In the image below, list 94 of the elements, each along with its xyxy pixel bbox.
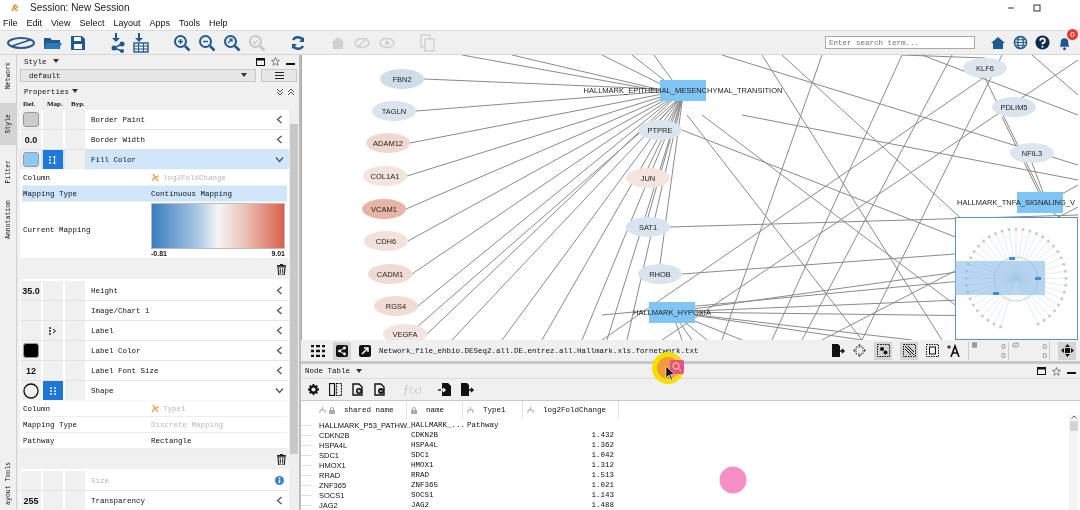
import-table-icon[interactable] xyxy=(438,383,451,397)
settings-icon[interactable] xyxy=(308,384,319,396)
delete-mapping-icon[interactable] xyxy=(277,453,286,465)
delete-mapping-icon[interactable] xyxy=(277,263,286,275)
click-marker-icon xyxy=(719,466,747,494)
import-network-icon[interactable] xyxy=(110,32,126,53)
chevron-left-icon[interactable] xyxy=(275,115,284,124)
export-table-icon[interactable] xyxy=(461,383,474,397)
chevron-left-icon[interactable] xyxy=(275,346,284,355)
chevron-left-icon[interactable] xyxy=(275,366,284,375)
caret-icon[interactable] xyxy=(52,59,59,64)
menu-item[interactable]: Select xyxy=(79,17,105,28)
scroll-thumb[interactable] xyxy=(1069,421,1078,431)
chevron-left-icon[interactable] xyxy=(275,496,284,505)
chevron-left-icon[interactable] xyxy=(275,326,284,335)
maximize-icon[interactable] xyxy=(256,57,265,66)
gene-node[interactable] xyxy=(366,133,410,153)
gene-node[interactable] xyxy=(638,264,682,284)
menu-item[interactable]: Apps xyxy=(149,17,170,28)
menu-item[interactable]: Edit xyxy=(26,17,43,28)
add-column-icon[interactable] xyxy=(352,383,364,397)
caret-icon[interactable] xyxy=(72,89,78,94)
caret-icon[interactable] xyxy=(241,73,247,78)
chevron-down-icon[interactable] xyxy=(275,386,284,395)
menu-item[interactable]: View xyxy=(51,17,71,28)
network-icon[interactable] xyxy=(6,35,36,50)
chevron-down-icon[interactable] xyxy=(275,155,284,164)
gene-node[interactable] xyxy=(374,296,418,316)
circle-shape-icon[interactable] xyxy=(23,382,39,399)
count-value: 0 xyxy=(1001,350,1006,360)
zoom-fit-icon[interactable] xyxy=(223,33,241,52)
expand-all-icon[interactable] xyxy=(287,87,295,96)
collapse-all-icon[interactable] xyxy=(276,87,284,96)
caret-icon[interactable] xyxy=(356,368,362,374)
fit-content-icon[interactable] xyxy=(853,344,866,357)
app-logo-icon xyxy=(10,2,20,13)
pin-icon[interactable] xyxy=(271,57,280,66)
discrete-mapping-icon[interactable] xyxy=(50,385,56,396)
chevron-left-icon[interactable] xyxy=(275,306,284,315)
gene-node[interactable] xyxy=(963,58,1007,78)
gene-node[interactable] xyxy=(364,231,408,251)
label-icon[interactable] xyxy=(947,344,960,357)
options-button[interactable] xyxy=(261,69,297,82)
grid-view-icon[interactable] xyxy=(311,344,325,357)
detach-icon[interactable] xyxy=(359,344,371,357)
select-annotations-icon[interactable] xyxy=(926,344,939,357)
notification-badge: 0 xyxy=(1067,28,1078,40)
color-swatch[interactable] xyxy=(23,343,39,358)
selected-nodes-icon xyxy=(972,341,978,348)
scrollbar[interactable] xyxy=(1069,415,1078,510)
menu-item[interactable]: Layout xyxy=(113,17,141,28)
color-swatch[interactable] xyxy=(23,112,39,127)
import-table-icon[interactable] xyxy=(133,32,149,53)
menu-item[interactable]: Tools xyxy=(178,17,200,28)
chevron-left-icon[interactable] xyxy=(275,135,284,144)
gene-node[interactable] xyxy=(380,69,424,89)
gene-node[interactable] xyxy=(363,166,407,186)
save-icon[interactable] xyxy=(70,34,86,51)
count-value: 0 xyxy=(1042,341,1047,351)
zoom-out-icon[interactable] xyxy=(198,33,216,52)
home-icon[interactable] xyxy=(990,35,1006,50)
columns-icon[interactable] xyxy=(329,383,342,397)
column-icon xyxy=(151,173,160,182)
zoom-in-icon[interactable] xyxy=(173,33,191,52)
chevron-up-icon[interactable] xyxy=(1070,415,1077,419)
color-swatch[interactable] xyxy=(23,152,39,167)
refresh-icon[interactable] xyxy=(290,34,306,51)
help-icon[interactable] xyxy=(1035,35,1050,50)
window-title: Session: New Session xyxy=(30,2,130,13)
maximize-icon[interactable] xyxy=(1037,367,1046,376)
gene-node[interactable] xyxy=(372,101,416,121)
color-gradient[interactable] xyxy=(151,202,285,249)
gene-node[interactable] xyxy=(638,120,682,140)
delete-column-icon[interactable] xyxy=(374,383,386,397)
gene-node[interactable] xyxy=(626,217,670,237)
passthrough-mapping-icon[interactable] xyxy=(49,325,57,336)
menu-icon[interactable] xyxy=(274,72,284,79)
export-image-icon[interactable] xyxy=(832,344,845,357)
gene-node[interactable] xyxy=(383,324,427,340)
chevron-left-icon[interactable] xyxy=(275,286,284,295)
gene-node[interactable] xyxy=(992,97,1036,117)
hidden-icon xyxy=(1011,341,1019,348)
gene-node[interactable] xyxy=(626,168,670,188)
pin-icon[interactable] xyxy=(1052,366,1061,376)
gene-node[interactable] xyxy=(1010,143,1054,163)
globe-icon[interactable] xyxy=(1013,35,1028,50)
continuous-mapping-icon[interactable] xyxy=(49,154,57,165)
count-value: 0 xyxy=(1042,350,1047,360)
gene-node[interactable] xyxy=(362,199,406,219)
gene-node[interactable] xyxy=(368,264,412,284)
menu-item[interactable]: Help xyxy=(208,17,228,28)
menu-item[interactable]: File xyxy=(3,17,18,28)
column-icon xyxy=(151,404,160,413)
count-value: 0 xyxy=(1001,341,1006,351)
